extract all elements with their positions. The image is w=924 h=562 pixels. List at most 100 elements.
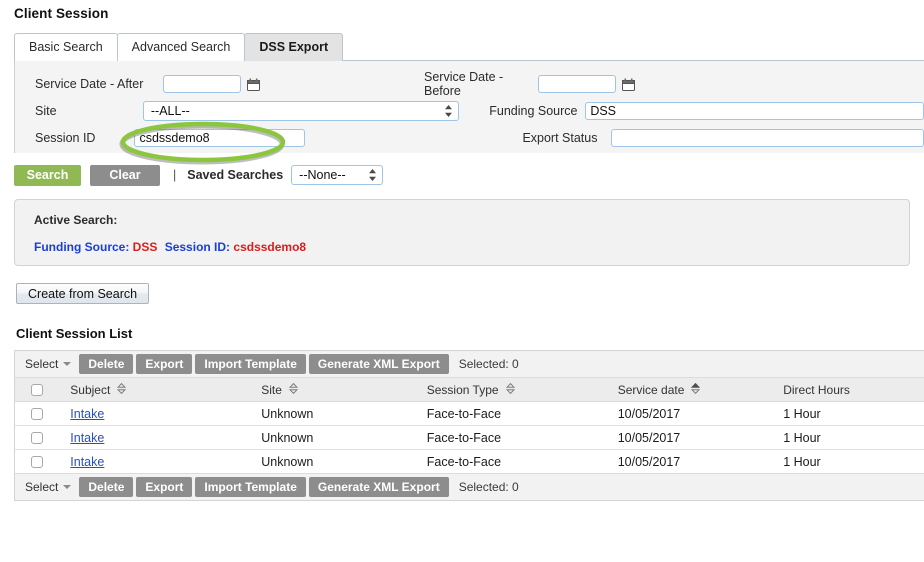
chevron-down-icon-top — [63, 362, 72, 366]
subject-link[interactable]: Intake — [70, 407, 104, 421]
cell-direct-hours: 1 Hour — [771, 401, 924, 426]
chevron-updown-icon — [444, 104, 453, 118]
header-select-all — [15, 378, 59, 402]
row-checkbox[interactable] — [30, 408, 43, 421]
delete-button-top[interactable]: Delete — [79, 354, 134, 374]
cell-service-date: 10/05/2017 — [605, 425, 772, 450]
cell-direct-hours: 1 Hour — [771, 425, 924, 450]
select-dropdown-top[interactable]: Select — [15, 357, 79, 371]
tab-strip: Basic Search Advanced Search DSS Export — [0, 33, 924, 61]
cell-service-date: 10/05/2017 — [605, 401, 772, 426]
cell-direct-hours: 1 Hour — [771, 449, 924, 473]
header-site[interactable]: Site — [249, 378, 415, 402]
cell-subject: Intake — [58, 401, 250, 426]
chevron-updown-icon-saved — [368, 168, 377, 182]
calendar-icon[interactable] — [247, 78, 260, 91]
funding-source-label: Funding Source — [489, 104, 578, 118]
row-checkbox[interactable] — [30, 432, 43, 445]
row-checkbox[interactable] — [30, 456, 43, 469]
active-search-title: Active Search: — [34, 213, 118, 227]
service-date-before-label: Service Date - Before — [424, 70, 504, 98]
calendar-icon-before[interactable] — [622, 78, 635, 91]
cell-site-text: Unknown — [261, 454, 314, 469]
header-session-type[interactable]: Session Type — [414, 378, 606, 402]
tab-dss-export[interactable]: DSS Export — [244, 33, 344, 61]
cell-subject: Intake — [58, 425, 250, 450]
table-body: Intake Unknown Face-to-Face 10/05/2017 1… — [15, 401, 924, 473]
saved-searches-select[interactable]: --None-- — [291, 165, 384, 185]
search-button[interactable]: Search — [14, 164, 81, 186]
selected-count-top: Selected: 0 — [458, 357, 519, 371]
site-select-value: --ALL-- — [150, 104, 190, 118]
criteria-key-funding-source: Funding Source: — [34, 240, 130, 254]
export-status-label: Export Status — [522, 131, 598, 145]
header-subject[interactable]: Subject — [58, 378, 250, 402]
site-label: Site — [35, 104, 57, 118]
header-direct-hours-label: Direct Hours — [783, 382, 850, 397]
criteria-value-session-id: csdssdemo8 — [233, 240, 307, 254]
row-checkbox-cell — [15, 449, 59, 473]
form-row-date: Service Date - After Service Date - Befo… — [15, 70, 924, 98]
table-row[interactable]: Intake Unknown Face-to-Face 10/05/2017 1… — [15, 401, 924, 426]
saved-searches-label: Saved Searches — [187, 168, 284, 182]
generate-xml-export-button-top[interactable]: Generate XML Export — [308, 354, 449, 374]
header-direct-hours[interactable]: Direct Hours — [771, 378, 924, 402]
select-dropdown-bottom[interactable]: Select — [15, 480, 79, 494]
cell-direct-hours-text: 1 Hour — [783, 430, 821, 445]
tab-advanced-search[interactable]: Advanced Search — [116, 33, 246, 61]
search-form-panel: Service Date - After Service Date - Befo… — [14, 61, 924, 153]
row-checkbox-cell — [15, 401, 59, 426]
site-select[interactable]: --ALL-- — [142, 101, 460, 121]
cell-session-type: Face-to-Face — [414, 449, 606, 473]
export-button-top[interactable]: Export — [136, 354, 193, 374]
service-date-before-input[interactable] — [538, 75, 616, 93]
cell-service-date: 10/05/2017 — [605, 449, 772, 473]
table-toolbar-bottom: Select Delete Export Import Template Gen… — [15, 473, 924, 500]
table-row[interactable]: Intake Unknown Face-to-Face 10/05/2017 1… — [15, 425, 924, 450]
active-search-criteria: Funding Source: DSS Session ID: csdssdem… — [34, 240, 909, 254]
cell-site: Unknown — [249, 425, 415, 450]
import-template-button-bottom[interactable]: Import Template — [195, 477, 306, 497]
cell-site-text: Unknown — [261, 406, 314, 421]
cell-direct-hours-text: 1 Hour — [783, 406, 821, 421]
form-row-site: Site --ALL-- Funding Source — [15, 98, 924, 124]
chevron-down-icon-bottom — [63, 485, 72, 489]
subject-link[interactable]: Intake — [70, 455, 104, 469]
service-date-after-label: Service Date - After — [35, 77, 144, 91]
row-checkbox-cell — [15, 425, 59, 450]
sort-icon-session-type[interactable] — [505, 382, 515, 397]
export-button-bottom[interactable]: Export — [136, 477, 193, 497]
tab-basic-search[interactable]: Basic Search — [14, 33, 118, 61]
cell-session-type: Face-to-Face — [414, 401, 606, 426]
header-service-date-label: Service date — [617, 382, 685, 397]
cell-service-date-text: 10/05/2017 — [617, 454, 681, 469]
page-title: Client Session — [14, 6, 109, 21]
client-session-list-title: Client Session List — [16, 326, 133, 341]
sort-icon-subject[interactable] — [117, 382, 127, 397]
import-template-button-top[interactable]: Import Template — [195, 354, 306, 374]
select-all-checkbox[interactable] — [30, 384, 43, 397]
subject-link[interactable]: Intake — [70, 431, 104, 445]
service-date-after-input[interactable] — [163, 75, 241, 93]
session-grid: Subject Site Session Type Service date D… — [15, 378, 924, 473]
cell-site: Unknown — [249, 401, 415, 426]
table-toolbar-top: Select Delete Export Import Template Gen… — [15, 351, 924, 378]
header-site-label: Site — [261, 382, 282, 397]
sort-icon-service-date[interactable] — [691, 382, 701, 397]
clear-button[interactable]: Clear — [90, 164, 160, 186]
select-dropdown-label-top: Select — [25, 357, 59, 371]
sort-icon-site[interactable] — [288, 382, 299, 397]
generate-xml-export-button-bottom[interactable]: Generate XML Export — [308, 477, 449, 497]
create-from-search-button[interactable]: Create from Search — [16, 283, 150, 304]
funding-source-input[interactable] — [585, 102, 924, 120]
cell-session-type-text: Face-to-Face — [426, 406, 502, 421]
select-dropdown-label-bottom: Select — [25, 480, 59, 494]
export-status-input[interactable] — [611, 129, 924, 147]
selected-count-bottom: Selected: 0 — [458, 480, 519, 494]
session-id-input[interactable] — [134, 129, 306, 147]
table-header-row: Subject Site Session Type Service date D… — [15, 378, 924, 402]
table-row[interactable]: Intake Unknown Face-to-Face 10/05/2017 1… — [15, 449, 924, 473]
header-service-date[interactable]: Service date — [605, 378, 772, 402]
cell-direct-hours-text: 1 Hour — [783, 454, 821, 469]
delete-button-bottom[interactable]: Delete — [79, 477, 134, 497]
